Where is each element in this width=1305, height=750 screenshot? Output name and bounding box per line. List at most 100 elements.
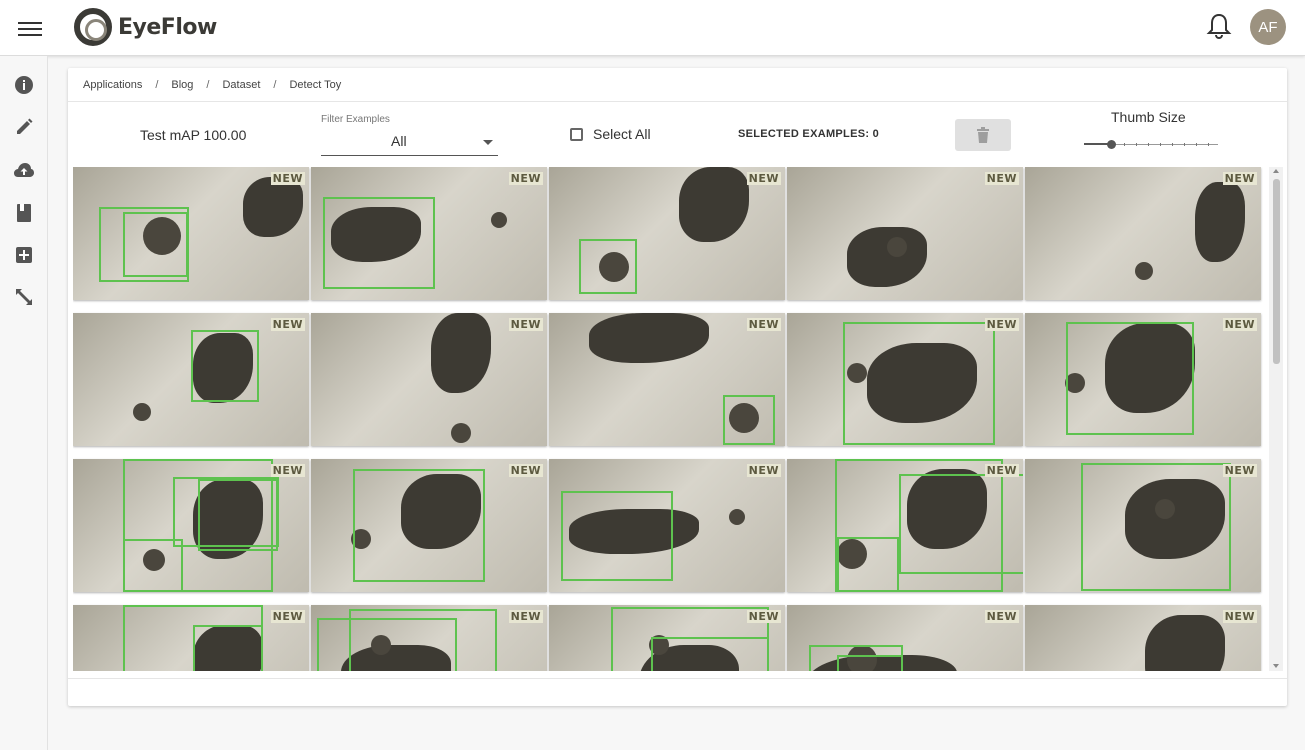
new-badge: NEW <box>270 172 305 185</box>
app-name: EyeFlow <box>118 14 217 40</box>
bounding-box <box>193 625 263 671</box>
example-thumbnail[interactable]: NEW <box>1025 459 1261 592</box>
menu-icon[interactable] <box>18 18 42 38</box>
example-thumbnail[interactable]: NEW <box>73 459 309 592</box>
slider-tick <box>1184 143 1185 146</box>
example-thumbnail[interactable]: NEW <box>311 605 547 671</box>
example-thumbnail[interactable]: NEW <box>549 313 785 446</box>
breadcrumb-separator: / <box>206 79 210 91</box>
filter-label: Filter Examples <box>321 114 390 125</box>
bounding-box <box>323 197 435 289</box>
example-image-toy <box>451 423 471 443</box>
new-badge: NEW <box>270 610 305 623</box>
slider-tick <box>1196 143 1197 146</box>
example-thumbnail[interactable]: NEW <box>1025 313 1261 446</box>
slider-tick <box>1136 143 1137 146</box>
bounding-box <box>651 637 769 671</box>
new-badge: NEW <box>1222 610 1257 623</box>
info-icon[interactable] <box>13 74 35 96</box>
example-thumbnail[interactable]: NEW <box>787 605 1023 671</box>
scroll-down-icon[interactable] <box>1273 664 1279 668</box>
new-badge: NEW <box>984 318 1019 331</box>
app-logo[interactable]: EyeFlow <box>74 7 217 47</box>
example-image-object <box>431 313 491 393</box>
delete-button[interactable] <box>955 119 1011 151</box>
breadcrumb-separator: / <box>155 79 159 91</box>
example-thumbnail[interactable]: NEW <box>311 313 547 446</box>
example-thumbnail[interactable]: NEW <box>311 167 547 300</box>
new-badge: NEW <box>984 172 1019 185</box>
example-thumbnail[interactable]: NEW <box>1025 167 1261 300</box>
example-thumbnail[interactable]: NEW <box>787 459 1023 592</box>
bounding-box <box>1066 322 1194 435</box>
book-icon[interactable] <box>13 202 35 224</box>
divider <box>68 678 1287 679</box>
example-thumbnail[interactable]: NEW <box>311 459 547 592</box>
example-image-toy <box>729 509 745 525</box>
example-image-toy <box>887 237 907 257</box>
pencil-icon[interactable] <box>13 116 35 138</box>
filter-examples-select[interactable]: All <box>321 128 498 156</box>
new-badge: NEW <box>508 464 543 477</box>
slider-tick <box>1124 143 1125 146</box>
new-badge: NEW <box>508 318 543 331</box>
example-thumbnail[interactable]: NEW <box>787 313 1023 446</box>
bounding-box <box>837 655 903 671</box>
slider-tick <box>1148 143 1149 146</box>
breadcrumb-applications[interactable]: Applications <box>83 79 142 91</box>
bounding-box <box>899 474 1023 574</box>
slider-handle[interactable] <box>1107 140 1116 149</box>
example-thumbnail[interactable]: NEW <box>787 167 1023 300</box>
bounding-box <box>198 479 278 551</box>
bounding-box <box>191 330 259 402</box>
examples-grid: NEW NEW NEW NEW NEW NEW NEW NEW NEW NEW NEW NEW NEW N… <box>73 167 1263 671</box>
divider <box>68 101 1287 102</box>
new-badge: NEW <box>1222 318 1257 331</box>
breadcrumb: Applications / Blog / Dataset / Detect T… <box>83 79 341 91</box>
new-badge: NEW <box>1222 464 1257 477</box>
slider-tick <box>1208 143 1209 146</box>
new-badge: NEW <box>746 610 781 623</box>
left-nav-rail <box>0 56 48 750</box>
logo-ring-icon <box>74 8 112 46</box>
select-all-checkbox[interactable] <box>570 128 583 141</box>
filter-selected-value: All <box>391 133 407 149</box>
example-thumbnail[interactable]: NEW <box>549 459 785 592</box>
example-thumbnail[interactable]: NEW <box>73 313 309 446</box>
thumb-size-label: Thumb Size <box>1111 109 1186 125</box>
slider-tick <box>1160 143 1161 146</box>
new-badge: NEW <box>1222 172 1257 185</box>
example-thumbnail[interactable]: NEW <box>549 167 785 300</box>
select-all-label[interactable]: Select All <box>593 126 651 142</box>
add-box-icon[interactable] <box>13 244 35 266</box>
scrollbar-thumb[interactable] <box>1273 179 1280 364</box>
breadcrumb-blog[interactable]: Blog <box>171 79 193 91</box>
breadcrumb-detect-toy[interactable]: Detect Toy <box>289 79 341 91</box>
example-thumbnail[interactable]: NEW <box>73 167 309 300</box>
trash-icon <box>977 127 989 143</box>
thumb-size-slider[interactable] <box>1084 138 1218 152</box>
breadcrumb-dataset[interactable]: Dataset <box>222 79 260 91</box>
example-image-object <box>679 167 749 242</box>
bounding-box <box>723 395 775 445</box>
bounding-box <box>1081 463 1231 591</box>
avatar[interactable]: AF <box>1250 9 1286 45</box>
example-image-toy <box>133 403 151 421</box>
example-thumbnail[interactable]: NEW <box>1025 605 1261 671</box>
resize-icon[interactable] <box>13 286 35 308</box>
grid-scrollbar[interactable] <box>1269 167 1283 671</box>
example-thumbnail[interactable]: NEW <box>73 605 309 671</box>
example-thumbnail[interactable]: NEW <box>549 605 785 671</box>
example-image-toy <box>1135 262 1153 280</box>
bounding-box <box>123 539 183 592</box>
bounding-box <box>123 212 188 277</box>
cloud-upload-icon[interactable] <box>13 159 35 181</box>
new-badge: NEW <box>508 172 543 185</box>
bounding-box <box>561 491 673 581</box>
slider-tick <box>1172 143 1173 146</box>
new-badge: NEW <box>984 610 1019 623</box>
bell-icon[interactable] <box>1206 12 1232 40</box>
scroll-up-icon[interactable] <box>1273 169 1279 173</box>
bounding-box <box>843 322 995 445</box>
example-image-object <box>1145 615 1225 671</box>
